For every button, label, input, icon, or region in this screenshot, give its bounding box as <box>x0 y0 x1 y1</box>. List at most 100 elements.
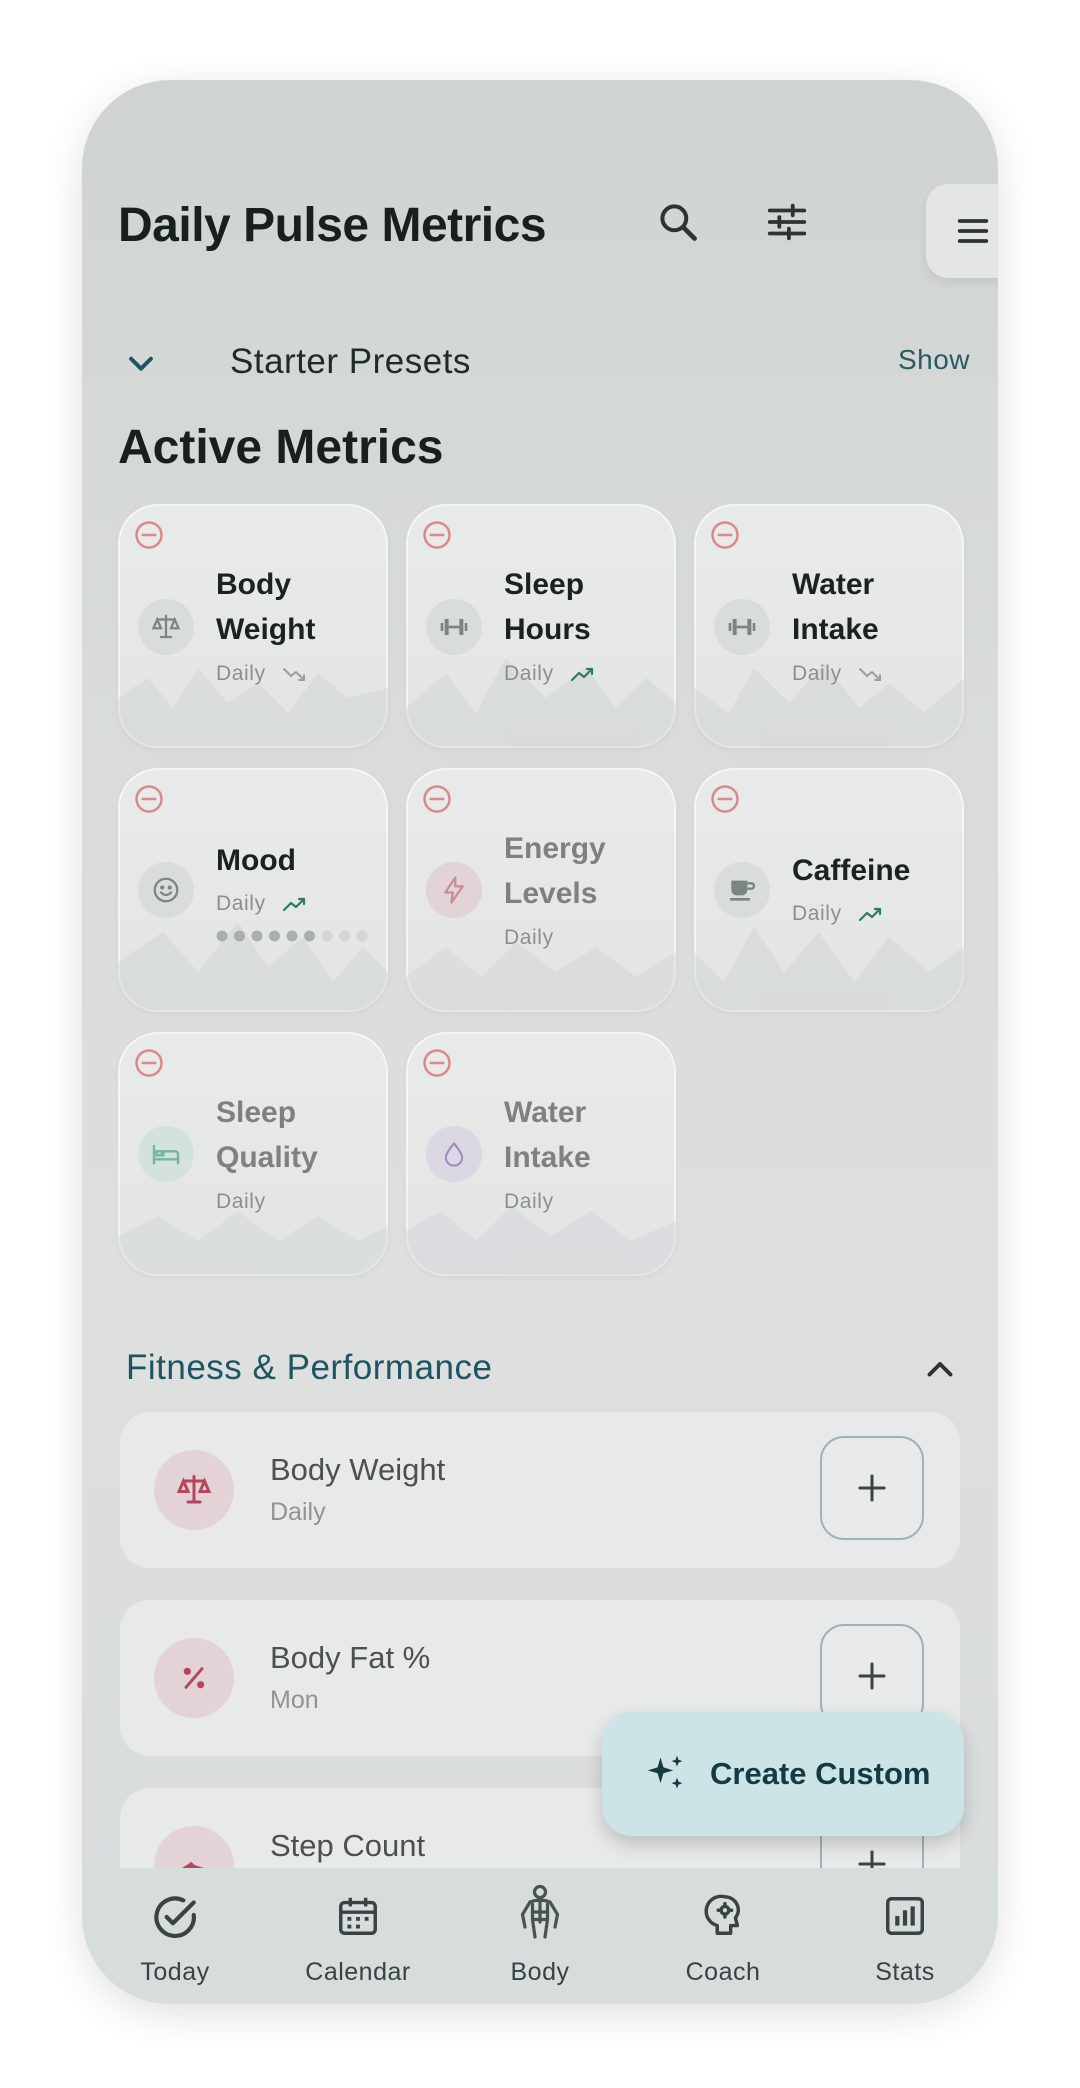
rating-dot <box>339 930 350 942</box>
show-presets-button[interactable]: Show <box>898 344 970 376</box>
list-item-name: Step Count <box>270 1828 426 1863</box>
metric-frequency: Daily <box>216 892 266 915</box>
add-metric-button[interactable] <box>820 1436 924 1540</box>
list-item-icon-badge <box>154 1450 234 1530</box>
list-item-name: Body Weight <box>270 1452 446 1487</box>
metric-frequency-row: Daily <box>504 1190 554 1214</box>
nav-label: Body <box>510 1958 570 1986</box>
nav-label: Today <box>140 1958 210 1986</box>
filter-button[interactable] <box>742 182 832 262</box>
remove-metric-icon[interactable] <box>422 520 452 550</box>
page-title: Daily Pulse Metrics <box>118 199 547 252</box>
top-app-bar: Daily Pulse Metrics <box>118 170 998 278</box>
nav-item-stats[interactable]: Stats <box>830 1868 980 2004</box>
metric-frequency-row: Daily <box>216 892 308 916</box>
remove-metric-icon[interactable] <box>134 1048 164 1078</box>
tune-icon <box>767 203 807 241</box>
mood-rating-dots <box>216 930 368 942</box>
metric-name: Energy Levels <box>504 832 606 910</box>
search-icon <box>660 204 697 241</box>
rating-dot <box>251 930 263 942</box>
metric-icon-badge <box>138 862 194 918</box>
fitness-section-header[interactable]: Fitness & Performance <box>126 1338 958 1398</box>
list-item-body-weight[interactable]: Body Weight Daily <box>120 1412 960 1568</box>
metric-frequency-row: Daily <box>216 662 308 686</box>
scale-icon <box>176 1475 212 1504</box>
metric-name: Body Weight <box>216 568 316 646</box>
metric-frequency-row: Daily <box>504 662 596 686</box>
dumbbell-icon <box>440 619 468 635</box>
check-circle-icon <box>154 1896 196 1939</box>
nav-label: Coach <box>685 1958 761 1986</box>
metric-card-body-weight[interactable]: Body Weight Daily <box>118 504 388 748</box>
metric-frequency: Daily <box>216 662 266 685</box>
metric-name: Sleep Quality <box>216 1096 318 1174</box>
trending-up-icon <box>858 907 881 922</box>
metric-name: Water Intake <box>504 1096 591 1174</box>
plus-icon <box>858 1474 886 1502</box>
app-screen: Daily Pulse Metrics Starter Presets Show… <box>82 80 998 2004</box>
starter-presets-row[interactable]: Starter Presets Show <box>124 326 970 396</box>
smile-icon <box>153 877 179 903</box>
remove-metric-icon[interactable] <box>710 784 740 814</box>
metric-icon-badge <box>138 599 194 655</box>
metric-card-water-intake[interactable]: Water Intake Daily <box>694 504 964 748</box>
rating-dot <box>321 930 333 942</box>
trending-up-icon <box>570 667 593 682</box>
remove-metric-icon[interactable] <box>710 520 740 550</box>
metric-frequency-row: Daily <box>792 662 884 686</box>
metric-frequency: Daily <box>504 926 554 949</box>
nav-item-today[interactable]: Today <box>100 1868 250 2004</box>
metric-card-sleep-hours[interactable]: Sleep Hours Daily <box>406 504 676 748</box>
metric-icon-badge <box>714 862 770 918</box>
metric-icon-badge <box>426 599 482 655</box>
calendar-icon <box>339 1897 377 1935</box>
metric-frequency: Daily <box>792 662 842 685</box>
metric-card-sleep-quality[interactable]: Sleep Quality Daily <box>118 1032 388 1276</box>
body-icon <box>520 1884 560 1939</box>
create-custom-button[interactable]: Create Custom <box>602 1712 964 1836</box>
nav-label: Calendar <box>305 1958 411 1986</box>
rating-dot <box>269 930 280 942</box>
bolt-icon <box>444 876 464 904</box>
metric-card-mood[interactable]: Mood Daily <box>118 768 388 1012</box>
nav-label: Stats <box>875 1958 935 1986</box>
metric-card-energy-levels[interactable]: Energy Levels Daily <box>406 768 676 1012</box>
chevron-down-icon <box>129 356 153 371</box>
rating-dot <box>286 930 298 942</box>
metric-icon-badge <box>138 1126 194 1182</box>
metric-card-caffeine[interactable]: Caffeine Daily <box>694 768 964 1012</box>
nav-item-body[interactable]: Body <box>465 1868 615 2004</box>
trending-down-icon <box>858 668 881 681</box>
list-item-frequency: Mon <box>270 1686 319 1714</box>
nav-item-calendar[interactable]: Calendar <box>283 1868 433 2004</box>
bottom-navigation: Today Calendar Body Coach Stats <box>82 1868 998 2004</box>
sparkle-icon <box>647 1755 683 1789</box>
metric-name: Water Intake <box>792 568 879 646</box>
percent-icon <box>183 1667 205 1689</box>
fitness-section-title: Fitness & Performance <box>126 1348 493 1387</box>
remove-metric-icon[interactable] <box>134 784 164 814</box>
active-metrics-heading: Active Metrics <box>118 421 444 474</box>
nav-item-coach[interactable]: Coach <box>648 1868 798 2004</box>
metric-icon-badge <box>714 599 770 655</box>
metric-frequency: Daily <box>504 1190 554 1213</box>
metric-card-water-intake-2[interactable]: Water Intake Daily <box>406 1032 676 1276</box>
dumbbell-icon <box>728 619 756 635</box>
menu-button[interactable] <box>926 184 998 278</box>
remove-metric-icon[interactable] <box>134 520 164 550</box>
metric-frequency-row: Daily <box>504 926 554 950</box>
chart-icon <box>886 1897 924 1935</box>
search-button[interactable] <box>638 182 718 262</box>
scale-icon <box>151 614 181 639</box>
remove-metric-icon[interactable] <box>422 1048 452 1078</box>
trending-up-icon <box>282 897 305 912</box>
chevron-up-icon[interactable] <box>922 1352 958 1388</box>
metric-icon-badge <box>426 862 482 918</box>
rating-dot <box>234 930 245 942</box>
metric-frequency: Daily <box>504 662 554 685</box>
plus-icon <box>858 1662 886 1690</box>
metric-frequency: Daily <box>792 902 842 925</box>
rating-dot <box>216 930 228 942</box>
remove-metric-icon[interactable] <box>422 784 452 814</box>
